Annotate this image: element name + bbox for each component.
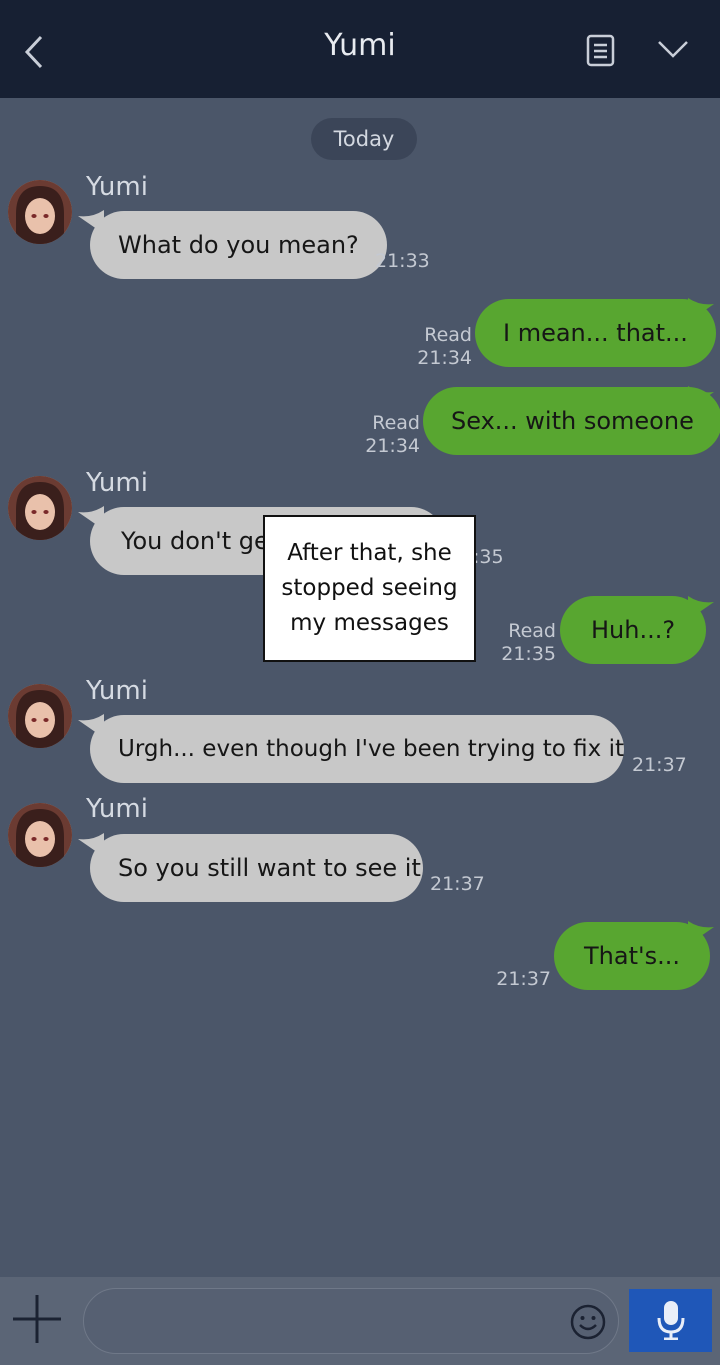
message-bubble[interactable]: So you still want to see it xyxy=(90,834,423,902)
message-time: 21:37 xyxy=(430,873,485,895)
message-input[interactable] xyxy=(83,1288,619,1354)
caption-line: stopped seeing xyxy=(281,575,458,601)
message-bubble[interactable]: That's... xyxy=(554,922,710,990)
avatar[interactable] xyxy=(8,476,72,540)
mic-icon xyxy=(657,1301,685,1340)
narration-caption: After that, she stopped seeing my messag… xyxy=(263,515,476,662)
date-divider: Today xyxy=(311,118,417,160)
message-meta: Read 21:35 xyxy=(496,620,556,666)
avatar[interactable] xyxy=(8,180,72,244)
avatar[interactable] xyxy=(8,803,72,867)
read-receipt: Read xyxy=(372,412,420,434)
message-time: 21:34 xyxy=(365,435,420,457)
plus-icon[interactable] xyxy=(12,1294,62,1344)
message-bubble[interactable]: Sex... with someone xyxy=(423,387,720,455)
message-bubble[interactable]: Urgh... even though I've been trying to … xyxy=(90,715,624,783)
avatar[interactable] xyxy=(8,684,72,748)
message-time: 21:33 xyxy=(375,250,430,272)
sender-name: Yumi xyxy=(86,676,148,706)
message-meta: Read 21:34 xyxy=(412,324,472,370)
voice-record-button[interactable] xyxy=(629,1289,712,1352)
message-time: 21:37 xyxy=(632,754,687,776)
message-meta: Read 21:34 xyxy=(360,412,420,458)
message-bubble[interactable]: I mean... that... xyxy=(475,299,716,367)
notes-icon[interactable] xyxy=(584,34,616,68)
caption-line: my messages xyxy=(290,610,449,636)
message-time: 21:35 xyxy=(501,643,556,665)
sender-name: Yumi xyxy=(86,172,148,202)
message-time: 21:34 xyxy=(417,347,472,369)
message-bubble[interactable]: What do you mean? xyxy=(90,211,387,279)
read-receipt: Read xyxy=(508,620,556,642)
smile-icon[interactable] xyxy=(570,1304,606,1340)
message-time-partial: :35 xyxy=(473,546,504,568)
message-bubble[interactable]: Huh...? xyxy=(560,596,707,664)
sender-name: Yumi xyxy=(86,794,148,824)
caption-line: After that, she xyxy=(287,540,452,566)
chat-header: Yumi xyxy=(0,0,720,98)
chevron-down-icon[interactable] xyxy=(656,38,690,60)
read-receipt: Read xyxy=(424,324,472,346)
sender-name: Yumi xyxy=(86,468,148,498)
message-time: 21:37 xyxy=(496,968,551,990)
message-composer xyxy=(0,1277,720,1365)
